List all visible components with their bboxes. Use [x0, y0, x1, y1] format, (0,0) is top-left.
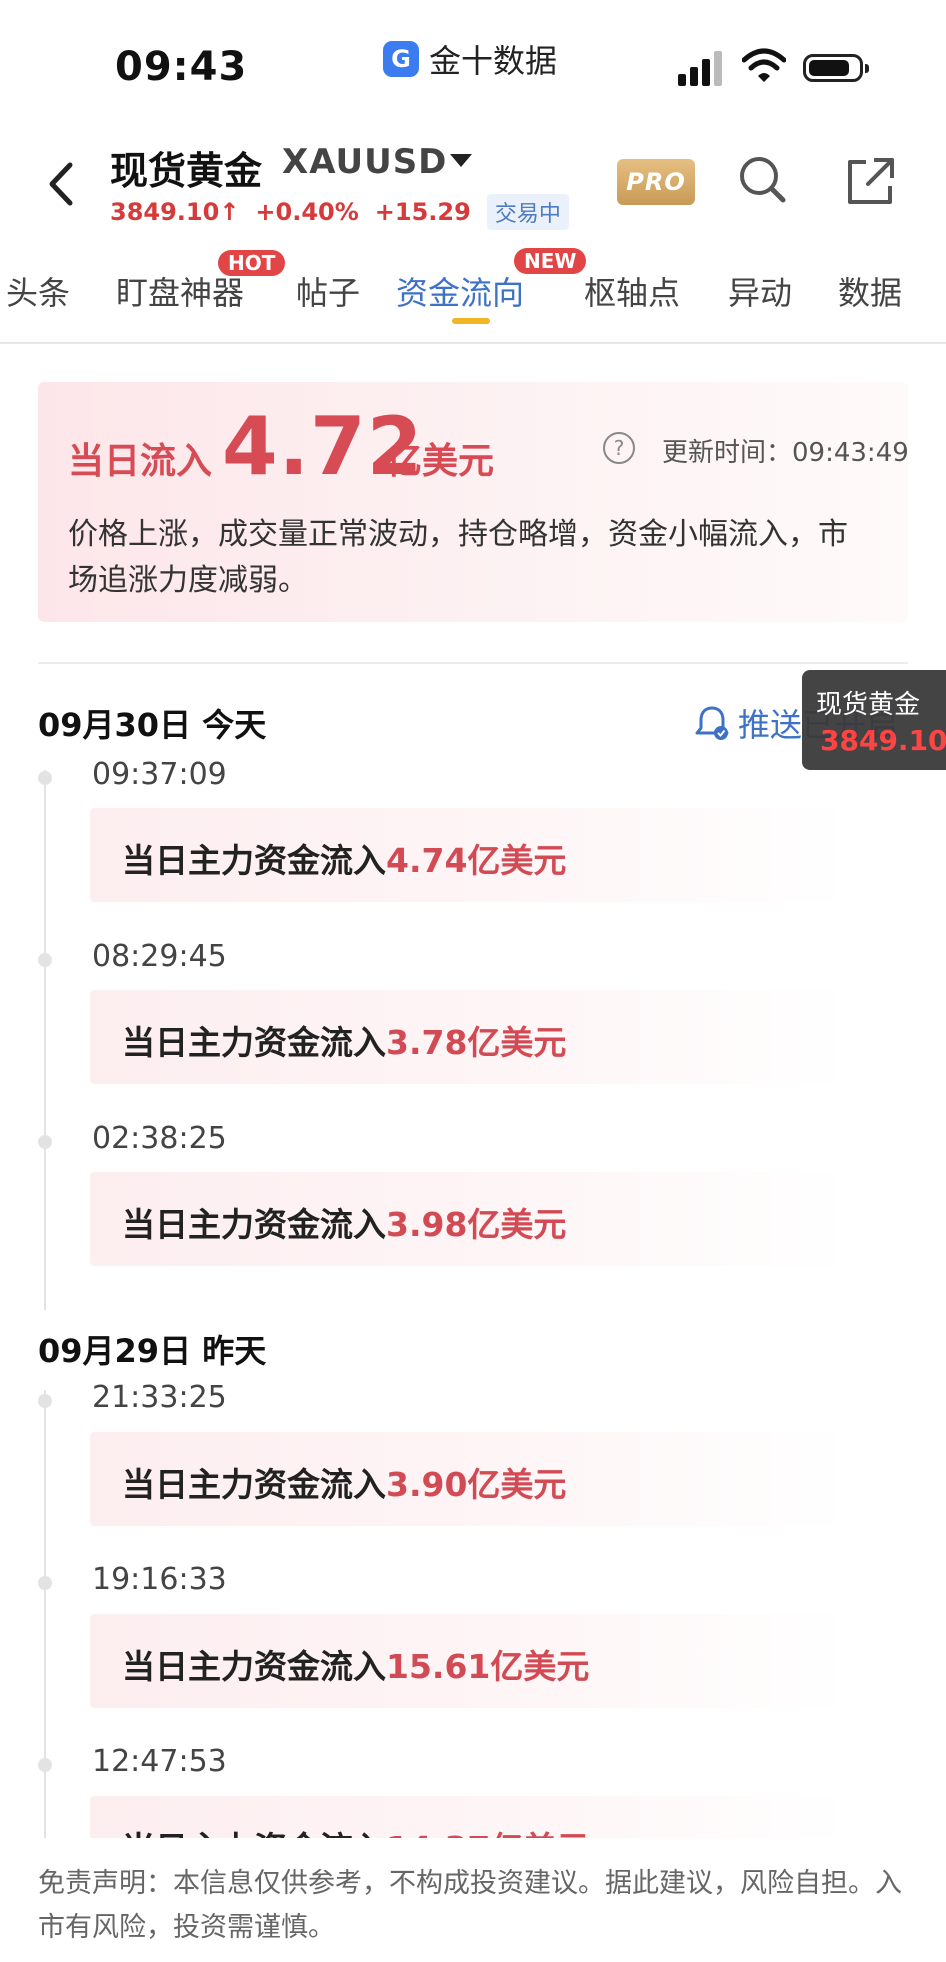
timeline-dot: [38, 1758, 52, 1772]
summary-description: 价格上涨，成交量正常波动，持仓略增，资金小幅流入，市场追涨力度减弱。: [68, 517, 848, 598]
entry-time: 08:29:45: [92, 939, 227, 974]
instrument-title: 现货黄金: [110, 149, 263, 193]
divider: [38, 662, 908, 664]
entry-time: 12:47:53: [92, 1744, 227, 1779]
battery-icon: [803, 54, 869, 82]
tab-anomalies[interactable]: 异动: [728, 268, 792, 314]
help-icon[interactable]: ?: [603, 432, 635, 464]
timeline-dot: [38, 1135, 52, 1149]
new-badge: NEW: [514, 248, 587, 274]
timeline-dot: [38, 1394, 52, 1408]
caret-down-icon[interactable]: [450, 154, 472, 167]
trade-status-badge: 交易中: [486, 194, 569, 230]
floating-quote-widget[interactable]: 现货黄金 3849.10: [802, 670, 946, 770]
entry-text: 当日主力资金流入: [122, 1205, 386, 1244]
instrument-code[interactable]: XAUUSD: [282, 142, 447, 182]
entry-value: 3.78亿美元: [386, 1023, 567, 1062]
tab-headlines[interactable]: 头条: [6, 268, 70, 314]
active-tab-indicator: [452, 318, 490, 324]
flow-entry-card[interactable]: 当日主力资金流入15.61亿美元: [90, 1614, 850, 1708]
timeline-line: [44, 770, 46, 1310]
date-header: 09月29日 昨天: [38, 1332, 267, 1370]
entry-time: 21:33:25: [92, 1380, 227, 1415]
divider: [0, 342, 946, 344]
entry-text: 当日主力资金流入: [122, 841, 386, 880]
quote-price: 3849.10: [820, 724, 946, 757]
update-time: 更新时间：09:43:49: [662, 438, 909, 468]
timeline-dot: [38, 771, 52, 785]
tab-fund-flow[interactable]: 资金流向: [396, 268, 524, 314]
flow-entry-card[interactable]: 当日主力资金流入3.90亿美元: [90, 1432, 850, 1526]
flow-entry-card[interactable]: 当日主力资金流入3.98亿美元: [90, 1172, 850, 1266]
status-time: 09:43: [115, 44, 248, 90]
entry-text: 当日主力资金流入: [122, 1647, 386, 1686]
chevron-left-icon: [49, 162, 73, 206]
tab-data[interactable]: 数据: [838, 268, 902, 314]
entry-time: 02:38:25: [92, 1121, 227, 1156]
quote-name: 现货黄金: [816, 690, 921, 720]
entry-value: 15.61亿美元: [386, 1647, 590, 1686]
date-header: 09月30日 今天: [38, 706, 267, 744]
hot-badge: HOT: [218, 250, 286, 276]
flow-entry-card[interactable]: 当日主力资金流入3.78亿美元: [90, 990, 850, 1084]
entry-text: 当日主力资金流入: [122, 1023, 386, 1062]
entry-text: 当日主力资金流入: [122, 1465, 386, 1504]
back-button[interactable]: [34, 150, 88, 218]
app-name: 金十数据: [429, 42, 558, 80]
tab-pivot-points[interactable]: 枢轴点: [584, 268, 680, 314]
entry-value: 3.98亿美元: [386, 1205, 567, 1244]
tab-bar: 头条 盯盘神器 HOT 帖子 资金流向 NEW 枢轴点 异动 数据: [0, 248, 946, 342]
bell-icon: [695, 706, 729, 740]
search-icon[interactable]: [735, 150, 791, 210]
entry-value: 4.74亿美元: [386, 841, 567, 880]
change-absolute: +15.29: [374, 198, 471, 226]
change-percent: +0.40%: [255, 198, 359, 226]
inflow-label: 当日流入: [68, 441, 213, 482]
status-app-indicator[interactable]: G 金十数据: [383, 36, 557, 82]
timeline-dot: [38, 953, 52, 967]
last-price: 3849.10↑: [110, 198, 240, 226]
entry-time: 19:16:33: [92, 1562, 227, 1597]
entry-time: 09:37:09: [92, 757, 227, 792]
price-row: 3849.10↑ +0.40% +15.29 交易中: [110, 194, 569, 230]
cellular-signal-icon: [678, 51, 722, 86]
app-icon: G: [383, 41, 419, 77]
tab-posts[interactable]: 帖子: [296, 268, 360, 314]
timeline-dot: [38, 1576, 52, 1590]
flow-entry-card[interactable]: 当日主力资金流入4.74亿美元: [90, 808, 850, 902]
disclaimer-text: 免责声明：本信息仅供参考，不构成投资建议。据此建议，风险自担。入市有风险，投资需…: [38, 1868, 902, 1943]
entry-value: 3.90亿美元: [386, 1465, 567, 1504]
share-icon[interactable]: [842, 154, 898, 210]
inflow-unit: 亿美元: [386, 441, 495, 482]
wifi-icon: [742, 48, 786, 82]
pro-button[interactable]: PRO: [617, 159, 695, 205]
